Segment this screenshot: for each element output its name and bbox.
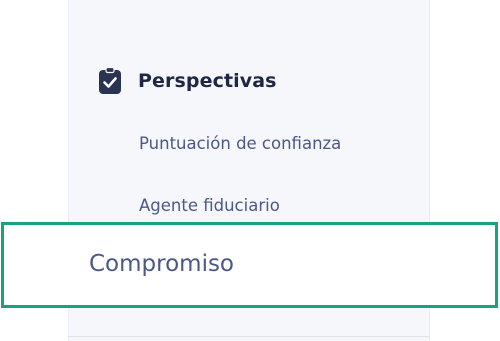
section-header-perspectivas[interactable]: Perspectivas	[98, 66, 277, 96]
sidebar-item-fiduciary-agent[interactable]: Agente fiduciario	[139, 196, 280, 215]
highlighted-item-label: Compromiso	[89, 251, 235, 277]
screenshot-stage: Perspectivas Puntuación de confianza Age…	[0, 0, 500, 341]
highlighted-item-engagement[interactable]	[1, 222, 498, 308]
section-title: Perspectivas	[138, 70, 277, 92]
divider	[68, 336, 430, 337]
clipboard-check-icon	[98, 67, 122, 95]
sidebar-item-trust-score[interactable]: Puntuación de confianza	[139, 134, 341, 153]
